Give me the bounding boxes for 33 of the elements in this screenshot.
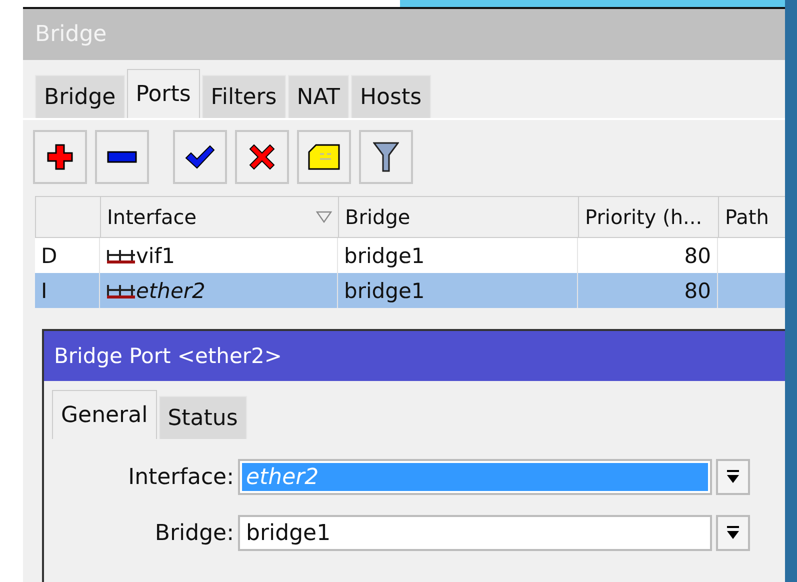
tab[interactable]: General [52, 390, 157, 439]
cross-icon [249, 144, 275, 170]
disable-button[interactable] [235, 130, 289, 184]
remove-button[interactable] [95, 130, 149, 184]
dropdown-button[interactable] [716, 515, 750, 551]
table-cell: bridge1 [338, 273, 578, 308]
plus-icon [46, 143, 74, 171]
filter-button[interactable] [359, 130, 413, 184]
table-cell: 80 [578, 273, 718, 308]
filter-icon [373, 141, 399, 173]
note-icon [308, 144, 340, 170]
input-field[interactable]: bridge1 [238, 515, 712, 551]
dropdown-icon [726, 469, 740, 485]
sort-icon [316, 211, 332, 223]
tab[interactable]: Hosts [351, 75, 431, 118]
check-icon [185, 145, 215, 169]
tab[interactable]: NAT [288, 75, 349, 118]
minus-icon [107, 151, 137, 163]
field-label: Bridge: [154, 520, 234, 546]
dropdown-button[interactable] [716, 459, 750, 495]
table-cell: I [35, 273, 100, 308]
tab[interactable]: Ports [126, 69, 200, 118]
tab[interactable]: Filters [202, 75, 286, 118]
table-cell: ether2 [100, 273, 338, 308]
tab[interactable]: Status [158, 396, 247, 439]
enable-button[interactable] [173, 130, 227, 184]
dropdown-icon [726, 525, 740, 541]
dialog-title: Bridge Port <ether2> [44, 331, 787, 381]
tab[interactable]: Bridge [35, 75, 125, 118]
table-row[interactable]: I ether2 bridge1 80 [35, 273, 787, 308]
add-button[interactable] [33, 130, 87, 184]
comment-button[interactable] [297, 130, 351, 184]
field-label: Interface: [127, 464, 234, 490]
